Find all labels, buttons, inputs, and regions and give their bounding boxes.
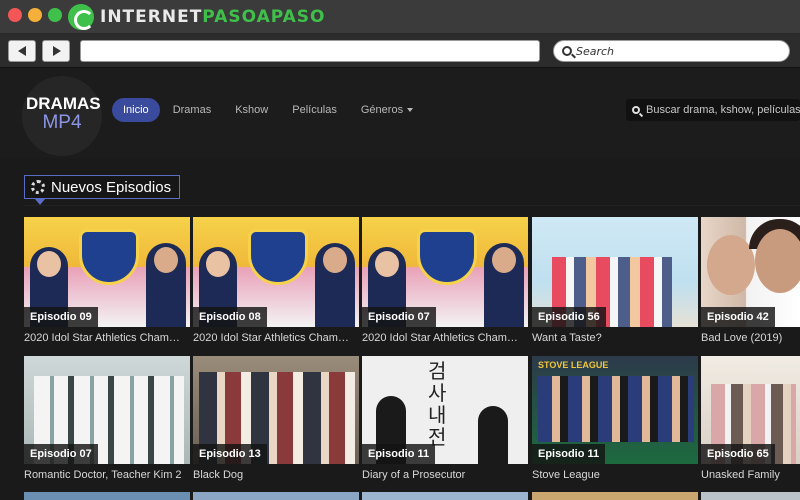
watermark-logo: INTERNETPASOAPASO (68, 3, 326, 31)
chevron-down-icon (407, 108, 414, 113)
episode-thumbnail[interactable]: Episodio 42 (701, 217, 800, 327)
episode-title[interactable]: Romantic Doctor, Teacher Kim 2 (24, 469, 184, 481)
episode-label: Episodio 11 (532, 444, 606, 464)
thumb-figures (538, 376, 694, 442)
episode-title[interactable]: Black Dog (193, 469, 353, 481)
browser-toolbar: Search (0, 34, 800, 68)
thumb-face (755, 229, 800, 293)
episode-label: Episodio 08 (193, 307, 267, 327)
thumb-title-text: 검사내전 (428, 359, 447, 449)
episode-card[interactable]: Episodio 07 2020 Idol Star Athletics Cha… (362, 217, 528, 344)
forward-button[interactable] (42, 40, 70, 62)
minimize-window-icon[interactable] (28, 8, 42, 22)
episode-thumbnail[interactable]: Episodio 13 (193, 356, 359, 464)
site-header: DRAMAS MP4 Inicio Dramas Kshow Películas… (0, 68, 800, 158)
back-arrow-icon (18, 46, 26, 56)
search-icon (632, 106, 640, 114)
thumb-face (206, 251, 230, 277)
episode-thumbnail[interactable]: Episodio 09 (24, 217, 190, 327)
nav-item-peliculas[interactable]: Películas (281, 98, 348, 122)
nav-item-dramas[interactable]: Dramas (162, 98, 223, 122)
thumb-emblem (79, 229, 139, 285)
thumb-face (37, 251, 61, 277)
back-button[interactable] (8, 40, 36, 62)
thumb-figure (478, 406, 508, 464)
episode-title[interactable]: Diary of a Prosecutor (362, 469, 522, 481)
thumb-face (375, 251, 399, 277)
episode-title[interactable]: Stove League (532, 469, 692, 481)
episode-thumbnail-partial[interactable] (193, 492, 359, 500)
search-icon (562, 46, 572, 56)
episode-title[interactable]: 2020 Idol Star Athletics Champi... (24, 332, 184, 344)
episode-card[interactable]: Episodio 13 Black Dog (193, 356, 359, 481)
episode-card[interactable]: Episodio 56 Want a Taste? (532, 217, 698, 344)
browser-title-bar: INTERNETPASOAPASO (0, 0, 800, 34)
thumb-emblem (417, 229, 477, 285)
thumb-title-text: STOVE LEAGUE (538, 360, 609, 370)
episode-thumbnail[interactable]: Episodio 07 (362, 217, 528, 327)
thumb-face (323, 247, 347, 273)
episode-title[interactable]: Unasked Family (701, 469, 796, 481)
episode-thumbnail-partial[interactable] (362, 492, 528, 500)
episode-card[interactable]: STOVE LEAGUE Episodio 11 Stove League (532, 356, 698, 481)
browser-search-placeholder: Search (576, 44, 615, 58)
nav-item-inicio[interactable]: Inicio (112, 98, 160, 122)
watermark-text: INTERNETPASOAPASO (100, 7, 326, 27)
episode-card[interactable]: Episodio 07 Romantic Doctor, Teacher Kim… (24, 356, 190, 481)
episode-thumbnail[interactable]: 검사내전 Episodio 11 (362, 356, 528, 464)
episode-label: Episodio 56 (532, 307, 606, 327)
browser-search-field[interactable]: Search (553, 40, 790, 62)
episode-thumbnail[interactable]: Episodio 65 (701, 356, 800, 464)
site-logo-line1: DRAMAS (26, 94, 101, 113)
episode-thumbnail[interactable]: STOVE LEAGUE Episodio 11 (532, 356, 698, 464)
forward-arrow-icon (53, 46, 61, 56)
address-bar[interactable] (80, 40, 540, 62)
site-search-placeholder: Buscar drama, kshow, películas (646, 104, 800, 116)
episode-thumbnail-partial[interactable] (532, 492, 698, 500)
episode-label: Episodio 07 (362, 307, 436, 327)
episode-label: Episodio 09 (24, 307, 98, 327)
close-window-icon[interactable] (8, 8, 22, 22)
episode-card[interactable]: Episodio 65 Unasked Family (701, 356, 800, 481)
episode-thumbnail[interactable]: Episodio 08 (193, 217, 359, 327)
episode-label: Episodio 13 (193, 444, 267, 464)
episode-label: Episodio 07 (24, 444, 98, 464)
episode-title[interactable]: 2020 Idol Star Athletics Champi... (193, 332, 353, 344)
episode-card[interactable]: Episodio 42 Bad Love (2019) (701, 217, 800, 344)
thumb-face (707, 235, 755, 295)
thumb-face (492, 247, 516, 273)
episode-card[interactable]: 검사내전 Episodio 11 Diary of a Prosecutor (362, 356, 528, 481)
nav-item-kshow[interactable]: Kshow (224, 98, 279, 122)
episode-row-partial (0, 492, 800, 500)
section-title: Nuevos Episodios (24, 175, 181, 205)
episode-label: Episodio 11 (362, 444, 436, 464)
episode-thumbnail-partial[interactable] (24, 492, 190, 500)
nav-item-generos[interactable]: Géneros (350, 98, 424, 122)
episode-label: Episodio 42 (701, 307, 775, 327)
episode-thumbnail[interactable]: Episodio 56 (532, 217, 698, 327)
main-nav: Inicio Dramas Kshow Películas Géneros (112, 98, 424, 122)
episode-title[interactable]: 2020 Idol Star Athletics Champi... (362, 332, 522, 344)
site-logo-line2: MP4 (42, 112, 82, 133)
nav-item-generos-label: Géneros (360, 104, 404, 116)
section-title-label: Nuevos Episodios (51, 178, 172, 196)
episode-title[interactable]: Want a Taste? (532, 332, 692, 344)
maximize-window-icon[interactable] (48, 8, 62, 22)
thumb-emblem (248, 229, 308, 285)
episode-card[interactable]: Episodio 09 2020 Idol Star Athletics Cha… (24, 217, 190, 344)
loading-spinner-icon (31, 180, 45, 194)
episode-thumbnail[interactable]: Episodio 07 (24, 356, 190, 464)
episode-thumbnail-partial[interactable] (701, 492, 800, 500)
episode-card[interactable]: Episodio 08 2020 Idol Star Athletics Cha… (193, 217, 359, 344)
thumb-face (154, 247, 178, 273)
watermark-icon (68, 4, 94, 30)
episode-label: Episodio 65 (701, 444, 775, 464)
section-divider (24, 205, 800, 206)
episode-title[interactable]: Bad Love (2019) (701, 332, 796, 344)
site-search-input[interactable]: Buscar drama, kshow, películas (626, 99, 800, 121)
